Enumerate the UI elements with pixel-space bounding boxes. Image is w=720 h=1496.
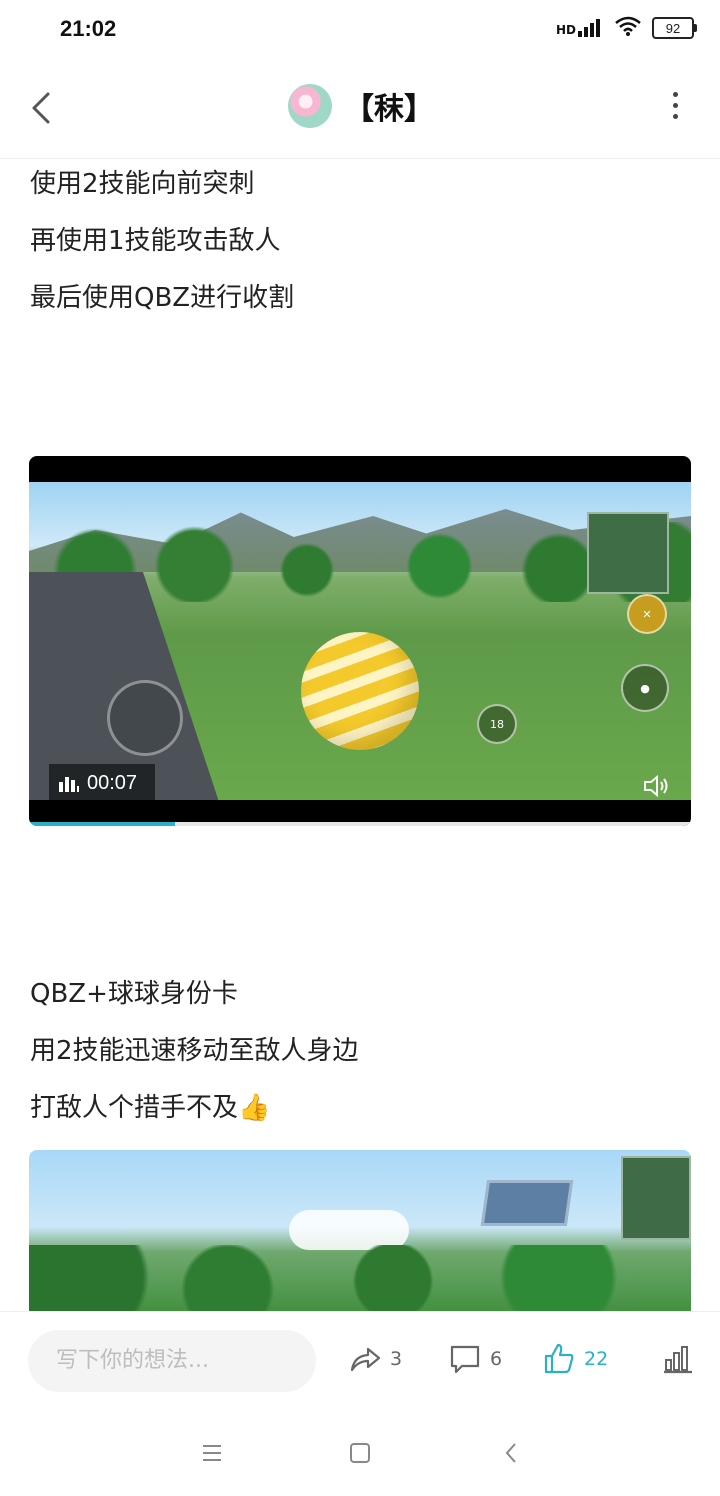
bottom-action-bar: 写下你的想法... 3 6 22 [0,1311,720,1412]
minimap [587,512,669,594]
status-time: 21:02 [60,16,117,41]
post-content[interactable]: 使用2技能向前突刺 再使用1技能攻击敌人 最后使用QBZ进行收割 18 ✕ ● … [0,159,720,1311]
share-count: 3 [390,1348,403,1370]
video-frame: 18 ✕ ● [29,482,691,800]
comment-count: 6 [490,1348,503,1370]
scene-forest [29,1245,691,1311]
avatar[interactable] [288,84,332,128]
share-button[interactable]: 3 [348,1342,402,1376]
video-player[interactable]: 18 ✕ ● 00:07 [29,456,691,826]
title-group[interactable]: 【秣】 [288,84,434,128]
scene-cloud [289,1210,409,1250]
video-progress-fill [29,822,175,826]
battery-level: 92 [665,20,681,36]
top-nav: 【秣】 [0,62,720,159]
hud-skill-icon: 18 [477,704,517,744]
paragraph: 再使用1技能攻击敌人 [30,226,281,256]
chevron-left-icon [505,1443,516,1463]
dot-icon [672,103,678,108]
paragraph: 使用2技能向前突刺 [30,169,255,199]
more-options-button[interactable] [670,92,680,122]
paragraph: 最后使用QBZ进行收割 [30,283,295,313]
square-icon [350,1443,370,1463]
comment-button[interactable]: 6 [448,1342,502,1376]
comment-icon [450,1345,480,1374]
system-back-button[interactable] [500,1441,524,1465]
dot-icon [672,114,678,119]
volume-icon[interactable] [643,774,671,798]
joystick [107,680,183,756]
paragraph: 用2技能迅速移动至敌人身边 [30,1036,359,1066]
hud-jump-icon: ● [621,664,669,712]
scene-billboard [480,1180,574,1226]
like-count: 22 [584,1348,609,1370]
paragraph: QBZ+球球身份卡 [30,979,238,1009]
status-icons: HD 92 [556,16,697,40]
dot-icon [672,92,678,97]
share-icon [350,1347,381,1372]
character-ball [301,632,419,750]
battery-icon: 92 [652,17,697,39]
thumbs-up-icon [544,1343,574,1374]
network-label: HD [555,23,576,37]
status-bar: 21:02 HD 92 [0,0,720,62]
system-nav-bar [0,1411,720,1496]
page-title: 【秣】 [344,92,434,127]
chevron-left-icon [32,92,50,124]
post-image[interactable] [29,1150,691,1311]
signal-icon: HD [556,19,604,37]
stats-button[interactable] [660,1342,694,1376]
stats-icon [664,1346,692,1374]
video-progress-bar[interactable] [29,822,691,826]
menu-button[interactable] [200,1441,224,1465]
hud-cancel-icon: ✕ [627,594,667,634]
wifi-icon [614,16,642,40]
video-duration: 00:07 [49,764,155,802]
back-button[interactable] [24,86,64,126]
minimap [621,1156,691,1240]
duration-text: 00:07 [87,771,138,794]
like-button[interactable]: 22 [542,1342,608,1376]
bar-chart-icon [59,777,79,792]
comment-input[interactable]: 写下你的想法... [28,1330,316,1392]
home-button[interactable] [348,1441,372,1465]
paragraph: 打敌人个措手不及👍 [30,1093,271,1123]
menu-icon [203,1445,221,1461]
